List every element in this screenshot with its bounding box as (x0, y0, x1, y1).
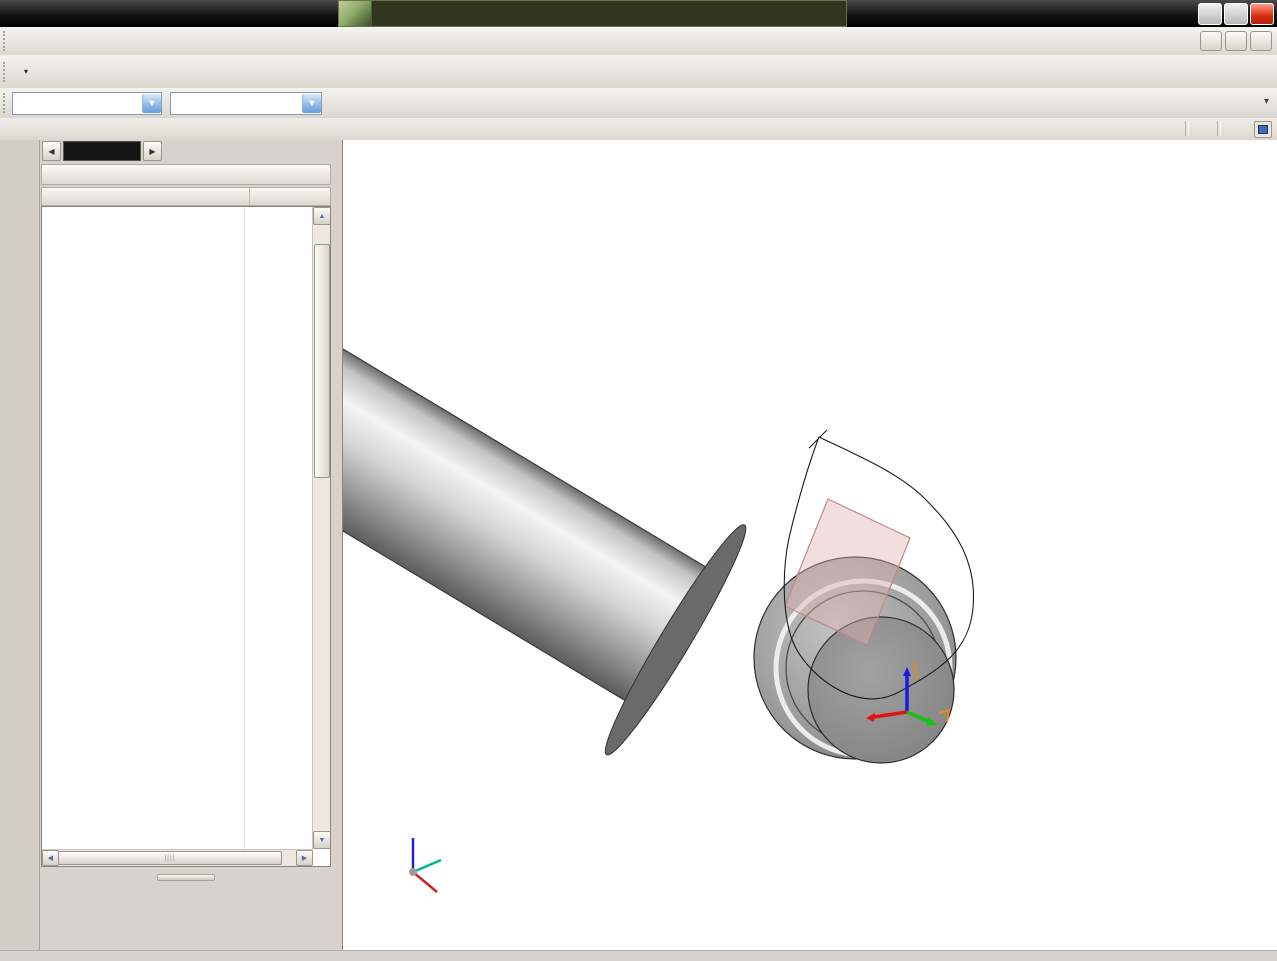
feature-tree: ▲ ▼ ◀ |||| ▶ (41, 206, 331, 867)
restore-button[interactable] (1224, 3, 1248, 25)
column-header-name[interactable] (42, 188, 250, 205)
menu-bar (0, 27, 1277, 56)
tab-scroll-right-button[interactable]: ▶ (143, 141, 162, 161)
mdi-minimize-button[interactable] (1200, 31, 1222, 51)
standard-toolbar: ▾ (0, 55, 1277, 89)
resource-bar (0, 140, 40, 950)
part-navigator-panel: ◀ ▶ ▲ ▼ ◀ || (40, 140, 342, 950)
scroll-left-button[interactable]: ◀ (42, 850, 59, 866)
title-bar (0, 0, 1277, 27)
close-button[interactable] (1250, 3, 1274, 25)
mdi-restore-button[interactable] (1225, 31, 1247, 51)
toolbar-grip (3, 93, 8, 113)
divider (1217, 121, 1221, 136)
mdi-window-controls (1197, 31, 1272, 51)
start-menu-button[interactable]: ▾ (12, 65, 33, 78)
tab-scroll-left-button[interactable]: ◀ (42, 141, 61, 161)
scroll-up-button[interactable]: ▲ (313, 207, 331, 225)
divider (1185, 121, 1189, 136)
navigator-tab-strip: ◀ ▶ (40, 140, 162, 162)
bottom-strip (0, 950, 1277, 961)
scroll-down-button[interactable]: ▼ (313, 831, 331, 849)
model-view (343, 140, 1276, 948)
prompt-bar (0, 118, 1277, 141)
horizontal-scrollbar[interactable]: ◀ |||| ▶ (42, 849, 313, 866)
selection-toolbar: ▼ ▼ ▾ (0, 88, 1277, 119)
gear-shaft-model[interactable] (343, 284, 757, 762)
window-controls (1196, 3, 1274, 25)
toolbar-overflow-icon[interactable]: ▾ (1264, 96, 1269, 107)
navigator-header (41, 164, 331, 185)
column-header-row (41, 187, 331, 206)
toolbar-grip (3, 62, 8, 82)
scroll-right-button[interactable]: ▶ (296, 850, 313, 866)
minimize-button[interactable] (1198, 3, 1222, 25)
collapsed-tab[interactable] (63, 141, 141, 161)
column-header-note[interactable] (250, 188, 256, 205)
toolbar-grip (3, 31, 8, 51)
fullscreen-icon[interactable] (1254, 121, 1272, 138)
view-orientation-triad (409, 838, 441, 892)
mdi-close-button[interactable] (1250, 31, 1272, 51)
scrollbar-thumb[interactable]: |||| (58, 851, 282, 865)
selection-filter-combo[interactable]: ▼ (12, 92, 162, 115)
vertical-scrollbar[interactable]: ▲ ▼ (312, 207, 330, 849)
chevron-down-icon[interactable]: ▼ (302, 94, 321, 113)
chevron-down-icon[interactable]: ▼ (142, 94, 161, 113)
nx-application-window: ▾ ▼ ▼ ▾ ◀ ▶ (0, 0, 1277, 961)
panel-splitter[interactable] (42, 873, 330, 882)
column-divider (244, 207, 245, 850)
player-avatar (339, 1, 372, 26)
media-player-overlay (338, 0, 847, 27)
selection-scope-combo[interactable]: ▼ (170, 92, 322, 115)
graphics-viewport[interactable] (342, 140, 1277, 950)
scrollbar-thumb[interactable] (314, 244, 330, 478)
shaft-end-face (808, 617, 954, 763)
